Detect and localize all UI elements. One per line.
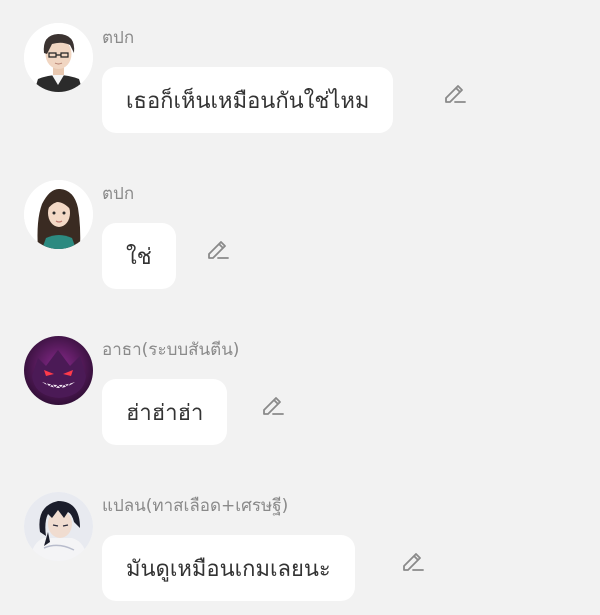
avatar[interactable] bbox=[24, 492, 93, 561]
message-bubble[interactable]: เธอก็เห็นเหมือนกันใช่ไหม bbox=[102, 67, 394, 133]
dark-haired-character-avatar-icon bbox=[24, 492, 93, 561]
sender-name: อาธา(ระบบสันตีน) bbox=[102, 340, 240, 360]
sender-name: ตปก bbox=[102, 28, 135, 48]
message-bubble[interactable]: ใช่ bbox=[102, 223, 176, 289]
message-bubble[interactable]: มันดูเหมือนเกมเลยนะ bbox=[102, 535, 355, 601]
avatar[interactable] bbox=[24, 180, 93, 249]
pencil-edit-icon[interactable] bbox=[205, 235, 231, 261]
purple-ghost-avatar-icon bbox=[24, 336, 93, 405]
sender-name: แปลน(ทาสเลือด+เศรษฐี) bbox=[102, 496, 289, 516]
pencil-edit-icon[interactable] bbox=[400, 547, 426, 573]
male-character-avatar-icon bbox=[24, 23, 93, 92]
message-bubble[interactable]: ฮ่าฮ่าฮ่า bbox=[102, 379, 228, 445]
avatar[interactable] bbox=[24, 336, 93, 405]
pencil-edit-icon[interactable] bbox=[260, 391, 286, 417]
pencil-edit-icon[interactable] bbox=[442, 79, 468, 105]
sender-name: ตปก bbox=[102, 184, 135, 204]
avatar[interactable] bbox=[24, 23, 93, 92]
female-character-avatar-icon bbox=[24, 180, 93, 249]
